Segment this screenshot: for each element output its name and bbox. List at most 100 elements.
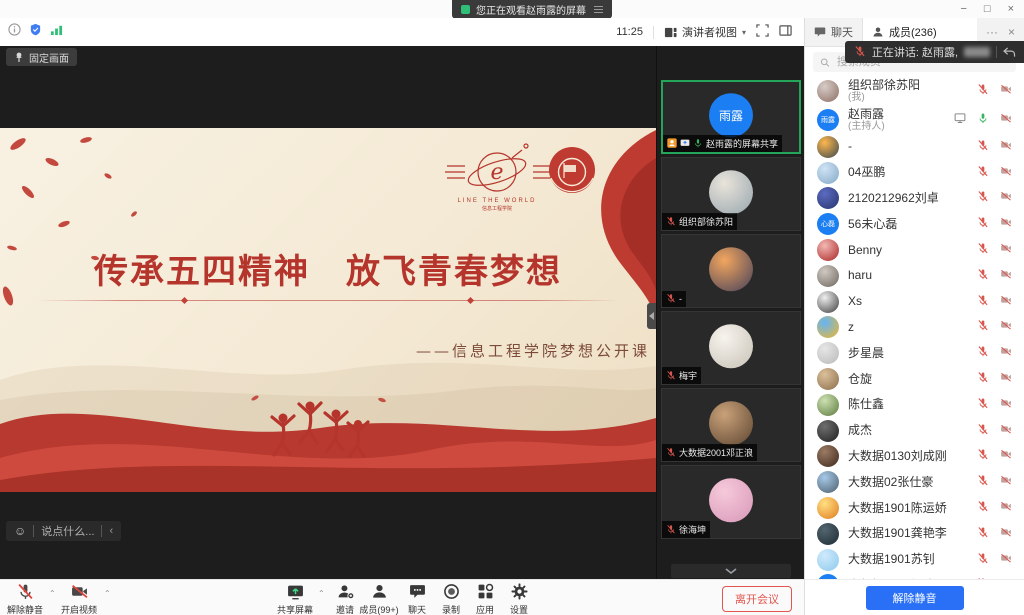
emoji-icon[interactable]: ☺ (14, 525, 26, 537)
video-tile[interactable]: 大数据2001邓正浪 (661, 388, 801, 462)
member-avatar (817, 420, 839, 442)
mic-muted-icon (977, 215, 989, 233)
divider (101, 525, 102, 537)
start-video-toolbar-button[interactable]: 开启视频 (56, 583, 102, 615)
camera-off-icon (1000, 396, 1012, 414)
collapse-video-strip-handle[interactable] (647, 303, 656, 329)
network-signal-icon[interactable] (50, 23, 63, 41)
video-tile-label: 组织部徐苏阳 (662, 213, 737, 230)
member-row[interactable]: 组织部徐苏阳(我) (805, 76, 1024, 105)
mic-muted-icon (977, 422, 989, 440)
mic-muted-icon (977, 267, 989, 285)
member-name: 大数据1901苏钊 (848, 553, 935, 566)
quick-chat-placeholder[interactable]: 说点什么... (41, 523, 94, 539)
notice-menu-icon[interactable] (594, 6, 603, 13)
strip-scroll-down-button[interactable] (671, 564, 791, 578)
video-tile[interactable]: 组织部徐苏阳 (661, 157, 801, 231)
member-row[interactable]: 陈仕鑫 (805, 392, 1024, 418)
video-tile[interactable]: 雨露赵雨露的屏幕共享 (661, 80, 801, 154)
slide-divider-line (36, 300, 620, 301)
member-row[interactable]: 大数据1901苏钊 (805, 547, 1024, 573)
tab-members-label: 成员(236) (889, 24, 937, 40)
member-avatar (817, 316, 839, 338)
member-name: 大数据1901陈运娇 (848, 502, 947, 515)
member-avatar (817, 162, 839, 184)
member-name: 04巫鹏 (848, 166, 885, 179)
invite-icon (337, 583, 354, 602)
member-row[interactable]: 大数据0130刘成刚 (805, 444, 1024, 470)
member-row[interactable]: 2120212962刘卓 (805, 186, 1024, 212)
member-name: 组织部徐苏阳 (848, 79, 920, 92)
panel-more-button[interactable]: ··· (986, 25, 998, 39)
member-row[interactable]: 04巫鹏 (805, 160, 1024, 186)
mic-muted-icon (977, 396, 989, 414)
member-avatar (817, 394, 839, 416)
member-avatar (817, 265, 839, 287)
video-tile[interactable]: 徐海坤 (661, 465, 801, 539)
video-tile[interactable]: 梅宇 (661, 311, 801, 385)
member-name: - (848, 140, 852, 153)
mic-muted-icon (977, 344, 989, 362)
unmute-toolbar-button[interactable]: 解除静音 (2, 583, 48, 615)
sidebar-layout-icon[interactable] (779, 24, 792, 40)
mic-on-icon (977, 111, 989, 129)
member-row[interactable]: Benny (805, 237, 1024, 263)
mic-muted-icon (977, 447, 989, 465)
mic-options-chevron[interactable]: ⌃ (49, 589, 56, 598)
bottom-toolbar: 解除静音 ⌃ 开启视频 ⌃ 共享屏幕 ⌃ 邀请 成员(99+) 聊天 录制 (0, 579, 804, 615)
member-row[interactable]: 仓旋 (805, 366, 1024, 392)
video-thumbnail-strip: 雨露赵雨露的屏幕共享组织部徐苏阳 - 梅宇大数据2001邓正浪徐海坤 (656, 46, 805, 580)
participant-name: 梅宇 (679, 369, 697, 382)
member-name: haru (848, 269, 872, 282)
close-button[interactable]: × (1008, 4, 1014, 15)
member-row[interactable]: haru (805, 263, 1024, 289)
members-label: 成员(99+) (359, 603, 398, 615)
member-row[interactable]: 大数据1901龚艳李 (805, 521, 1024, 547)
member-row[interactable]: 雨露赵雨露(主持人) (805, 105, 1024, 134)
camera-off-icon (1000, 241, 1012, 259)
member-name: Xs (848, 295, 862, 308)
member-row[interactable]: z (805, 315, 1024, 341)
chevron-down-icon (724, 567, 738, 575)
meeting-info-icon[interactable] (8, 23, 21, 41)
member-list[interactable]: 组织部徐苏阳(我)雨露赵雨露(主持人) - 04巫鹏 2120212962刘卓心磊56… (805, 76, 1024, 580)
member-row[interactable]: 大数据1901陈运娇 (805, 495, 1024, 521)
minimize-button[interactable]: − (960, 4, 966, 15)
maximize-button[interactable]: □ (984, 4, 991, 15)
collapse-chat-icon[interactable]: ‹ (109, 525, 113, 537)
clock-time: 11:25 (616, 26, 643, 38)
watching-notice-pill[interactable]: 您正在观看赵雨露的屏幕 (452, 0, 612, 19)
share-screen-button[interactable]: 共享屏幕 (272, 583, 318, 615)
member-row[interactable]: - (805, 134, 1024, 160)
quick-chat-input[interactable]: ☺ 说点什么... ‹ (6, 521, 121, 541)
member-row[interactable]: 步星晨 (805, 340, 1024, 366)
view-mode-dropdown[interactable]: 演讲者视图 ▾ (664, 24, 746, 40)
member-row[interactable]: 成杰 (805, 418, 1024, 444)
mic-muted-icon (977, 473, 989, 491)
leave-meeting-button[interactable]: 离开会议 (722, 586, 792, 612)
chevron-left-icon (649, 312, 654, 320)
member-avatar: 雨露 (817, 109, 839, 131)
mic-on-icon (693, 138, 703, 150)
fullscreen-icon[interactable] (756, 24, 769, 40)
member-row[interactable]: Xs (805, 289, 1024, 315)
camera-options-chevron[interactable]: ⌃ (104, 589, 111, 598)
restore-arrow-icon[interactable] (1003, 47, 1016, 58)
presentation-slide: e LINE THE WORLD 信息工程学院 (0, 128, 656, 492)
participant-name: 组织部徐苏阳 (679, 215, 733, 228)
search-icon (820, 57, 830, 68)
unmute-button[interactable]: 解除静音 (866, 586, 964, 610)
member-name: 大数据1901龚艳李 (848, 527, 947, 540)
member-name: 成杰 (848, 424, 872, 437)
member-row[interactable]: 大数据02张仕豪 (805, 469, 1024, 495)
security-shield-icon[interactable] (29, 23, 42, 41)
settings-button[interactable]: 设置 (496, 583, 542, 615)
camera-off-icon (71, 583, 88, 602)
mic-muted-icon (977, 499, 989, 517)
video-tile[interactable]: - (661, 234, 801, 308)
member-avatar (817, 445, 839, 467)
member-avatar (817, 136, 839, 158)
pin-view-button[interactable]: 固定画面 (6, 48, 77, 66)
member-row[interactable]: 心磊56未心磊 (805, 211, 1024, 237)
panel-close-button[interactable]: × (1008, 25, 1015, 39)
